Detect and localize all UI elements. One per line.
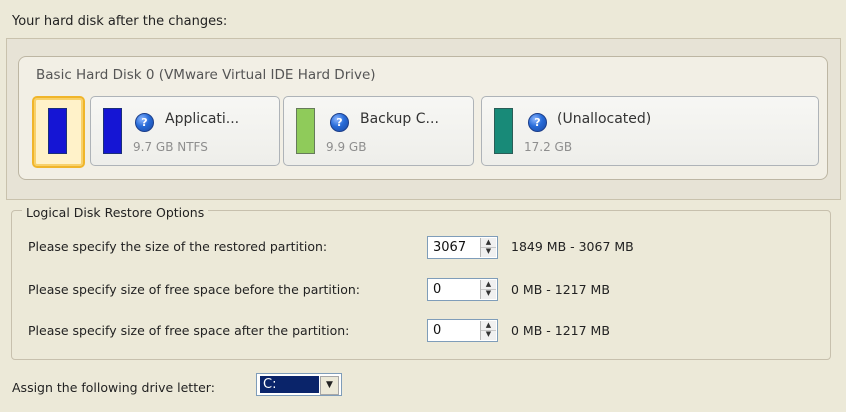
spin-control[interactable]: ▲ ▼	[480, 321, 496, 340]
partition-name: Backup C...	[360, 111, 439, 127]
partition-name: Applicati...	[165, 111, 240, 127]
free-space-after-range: 0 MB - 1217 MB	[511, 323, 610, 338]
free-space-before-value: 0	[433, 282, 442, 297]
free-space-after-input[interactable]: 0 ▲ ▼	[427, 319, 498, 342]
free-space-before-label: Please specify size of free space before…	[28, 282, 361, 297]
partition-color-bar	[494, 108, 513, 154]
help-icon[interactable]: ?	[330, 113, 349, 132]
partition-color-bar	[103, 108, 122, 154]
spin-control[interactable]: ▲ ▼	[480, 280, 496, 299]
partition-size: 17.2 GB	[524, 140, 573, 154]
chevron-down-icon[interactable]: ▼	[320, 376, 339, 395]
free-space-after-label: Please specify size of free space after …	[28, 323, 350, 338]
partition-selected-slot[interactable]	[32, 96, 85, 168]
drive-letter-value: C:	[260, 376, 319, 393]
drive-letter-label: Assign the following drive letter:	[12, 380, 215, 395]
hard-disk-label: Basic Hard Disk 0 (VMware Virtual IDE Ha…	[36, 67, 376, 83]
free-space-after-value: 0	[433, 323, 442, 338]
restored-partition-size-input[interactable]: 3067 ▲ ▼	[427, 236, 498, 259]
free-space-before-range: 0 MB - 1217 MB	[511, 282, 610, 297]
partition-applications[interactable]: ? Applicati... 9.7 GB NTFS	[90, 96, 280, 166]
help-icon[interactable]: ?	[135, 113, 154, 132]
partition-color-bar	[48, 108, 67, 154]
spin-down-icon[interactable]: ▼	[481, 289, 496, 298]
partition-size: 9.7 GB NTFS	[133, 140, 208, 154]
spin-down-icon[interactable]: ▼	[481, 330, 496, 339]
partition-size: 9.9 GB	[326, 140, 367, 154]
partition-color-bar	[296, 108, 315, 154]
restore-dialog: Your hard disk after the changes: Basic …	[0, 0, 846, 412]
free-space-before-input[interactable]: 0 ▲ ▼	[427, 278, 498, 301]
partition-unallocated[interactable]: ? (Unallocated) 17.2 GB	[481, 96, 819, 166]
restored-partition-size-value: 3067	[433, 240, 467, 255]
drive-letter-select[interactable]: C: ▼	[256, 373, 342, 396]
partition-name: (Unallocated)	[557, 111, 652, 127]
spin-down-icon[interactable]: ▼	[481, 247, 496, 256]
restored-partition-range: 1849 MB - 3067 MB	[511, 239, 634, 254]
restore-options-title: Logical Disk Restore Options	[22, 205, 209, 220]
restored-partition-size-label: Please specify the size of the restored …	[28, 239, 328, 254]
help-icon[interactable]: ?	[528, 113, 547, 132]
partition-backup[interactable]: ? Backup C... 9.9 GB	[283, 96, 474, 166]
page-title: Your hard disk after the changes:	[12, 14, 228, 29]
spin-control[interactable]: ▲ ▼	[480, 238, 496, 257]
